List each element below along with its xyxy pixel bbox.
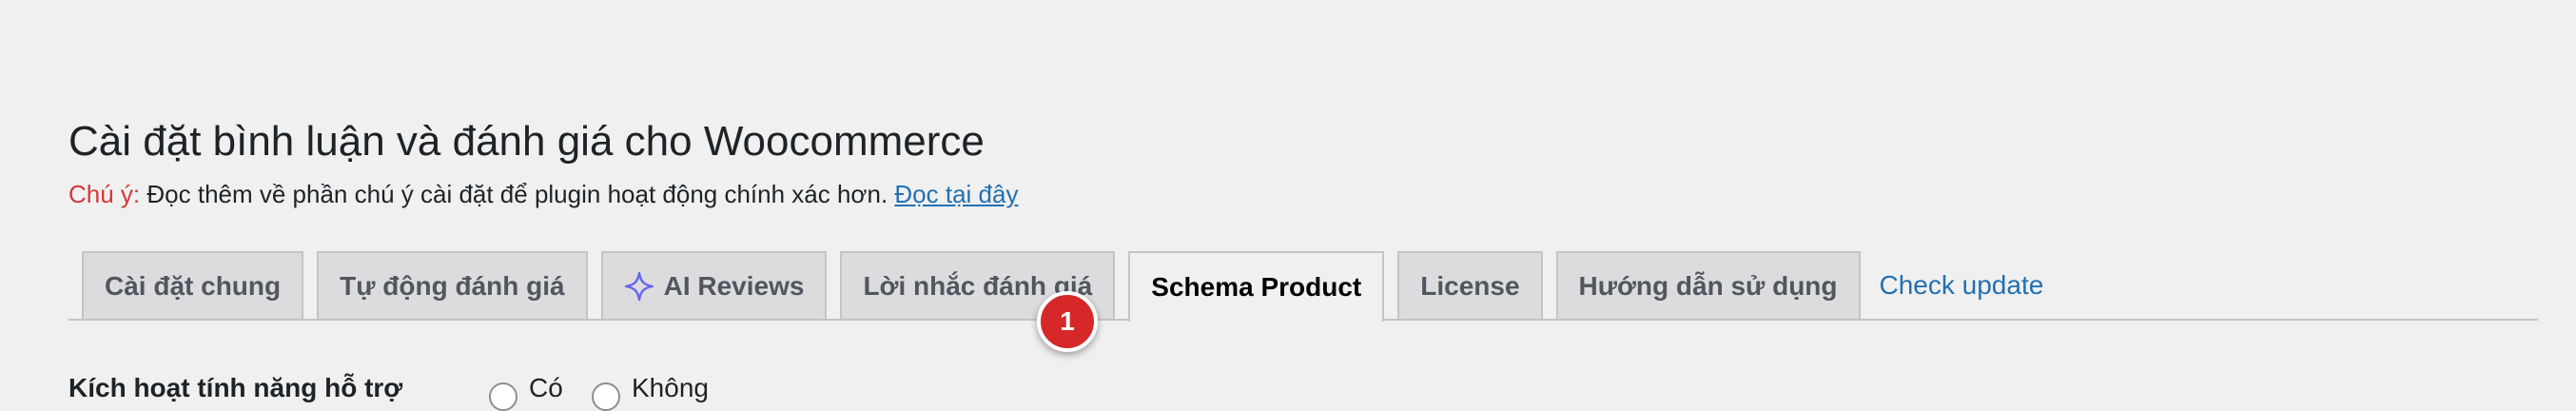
tab-label: License: [1420, 271, 1520, 301]
radio-no-label: Không: [632, 373, 709, 402]
notice-text: Chú ý: Đọc thêm về phần chú ý cài đặt để…: [68, 175, 1018, 213]
notice-message: Đọc thêm về phần chú ý cài đặt để plugin…: [140, 180, 895, 208]
sparkle-icon: [624, 271, 654, 302]
tab-label: Schema Product: [1151, 272, 1362, 302]
tab-license[interactable]: License: [1397, 251, 1543, 320]
tab-label: AI Reviews: [663, 271, 805, 301]
radio-yes-label: Có: [529, 373, 563, 402]
page-title: Cài đặt bình luận và đánh giá cho Woocom…: [68, 118, 985, 166]
tab-user-guide[interactable]: Hướng dẫn sử dụng: [1555, 251, 1861, 320]
setting-label: Kích hoạt tính năng hỗ trợ: [68, 373, 403, 402]
radio-no[interactable]: [592, 382, 620, 411]
tab-auto-review[interactable]: Tự động đánh giá: [317, 251, 588, 320]
tab-ai-reviews[interactable]: AI Reviews: [600, 251, 828, 320]
tab-label: Cài đặt chung: [105, 271, 282, 301]
tab-schema-product[interactable]: Schema Product: [1128, 251, 1385, 322]
radio-yes[interactable]: [489, 382, 517, 411]
tab-general-settings[interactable]: Cài đặt chung: [82, 251, 304, 320]
tab-label: Hướng dẫn sử dụng: [1578, 271, 1838, 301]
check-update-link[interactable]: Check update: [1874, 251, 2044, 320]
read-here-link[interactable]: Đọc tại đây: [894, 180, 1018, 208]
step-number-badge: 1: [1037, 291, 1098, 352]
tab-label: Tự động đánh giá: [340, 271, 565, 301]
notice-label: Chú ý:: [68, 180, 141, 208]
